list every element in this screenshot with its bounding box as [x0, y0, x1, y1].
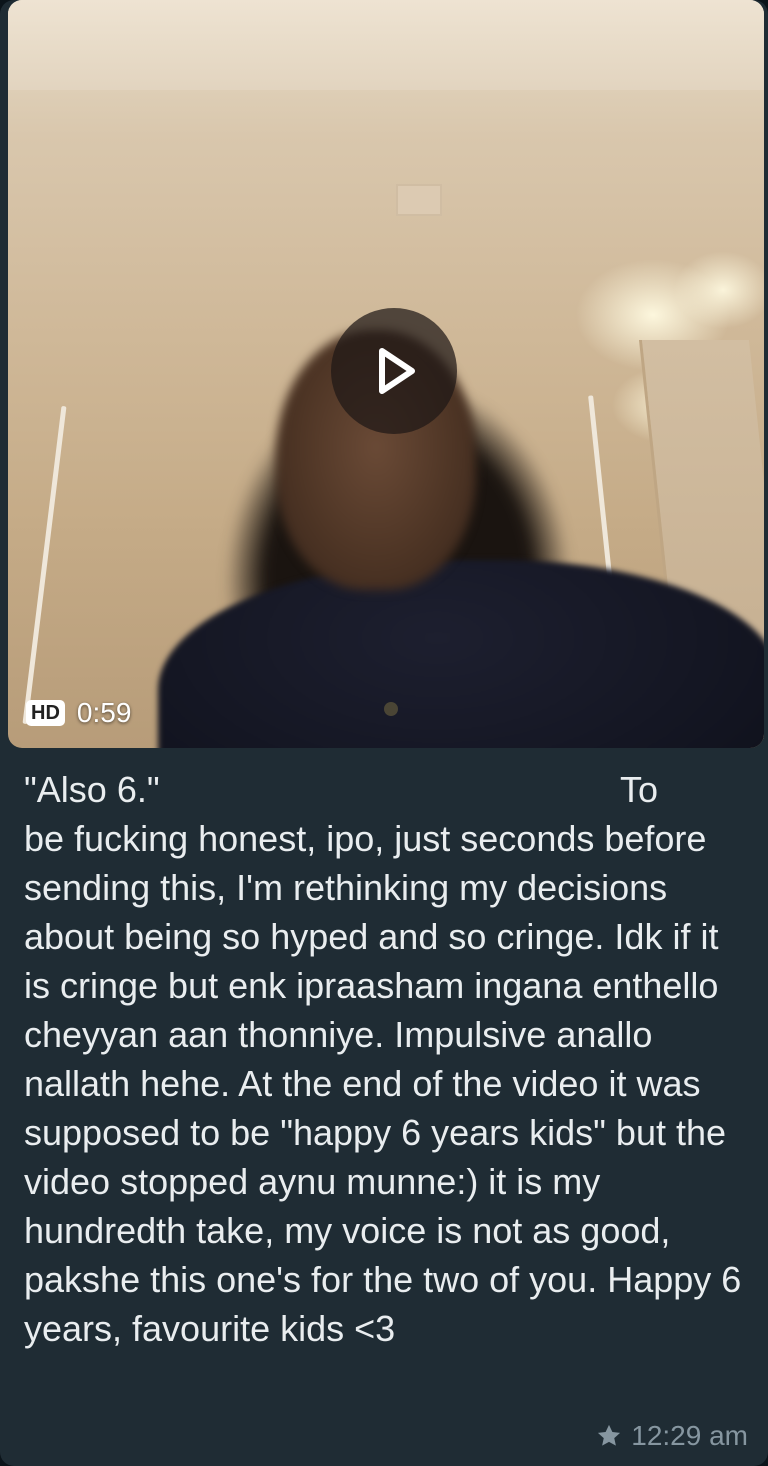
message-bubble[interactable]: HD 0:59 "Also 6." To be fucking honest, …	[0, 0, 768, 1466]
video-meta: HD 0:59	[26, 697, 131, 729]
video-duration: 0:59	[76, 697, 132, 728]
video-scene-pole-left	[22, 405, 67, 725]
caption-first-word: To	[619, 769, 658, 810]
message-time: 12:29 am	[631, 1420, 748, 1451]
caption-first-line: "Also 6." To	[24, 765, 658, 814]
video-scene-ceiling	[8, 0, 764, 90]
play-button[interactable]	[331, 308, 457, 434]
video-scene-button	[384, 702, 398, 716]
video-scene-switch	[396, 184, 442, 216]
star-icon	[598, 1424, 621, 1446]
video-thumbnail[interactable]: HD 0:59	[8, 0, 764, 748]
message-meta: 12:29 am	[595, 1420, 748, 1452]
hd-badge: HD	[26, 700, 65, 726]
caption-body: be fucking honest, ipo, just seconds bef…	[24, 818, 742, 1349]
play-icon	[379, 348, 415, 394]
caption-quote: "Also 6."	[24, 769, 160, 810]
message-caption: "Also 6." To be fucking honest, ipo, jus…	[24, 765, 744, 1353]
